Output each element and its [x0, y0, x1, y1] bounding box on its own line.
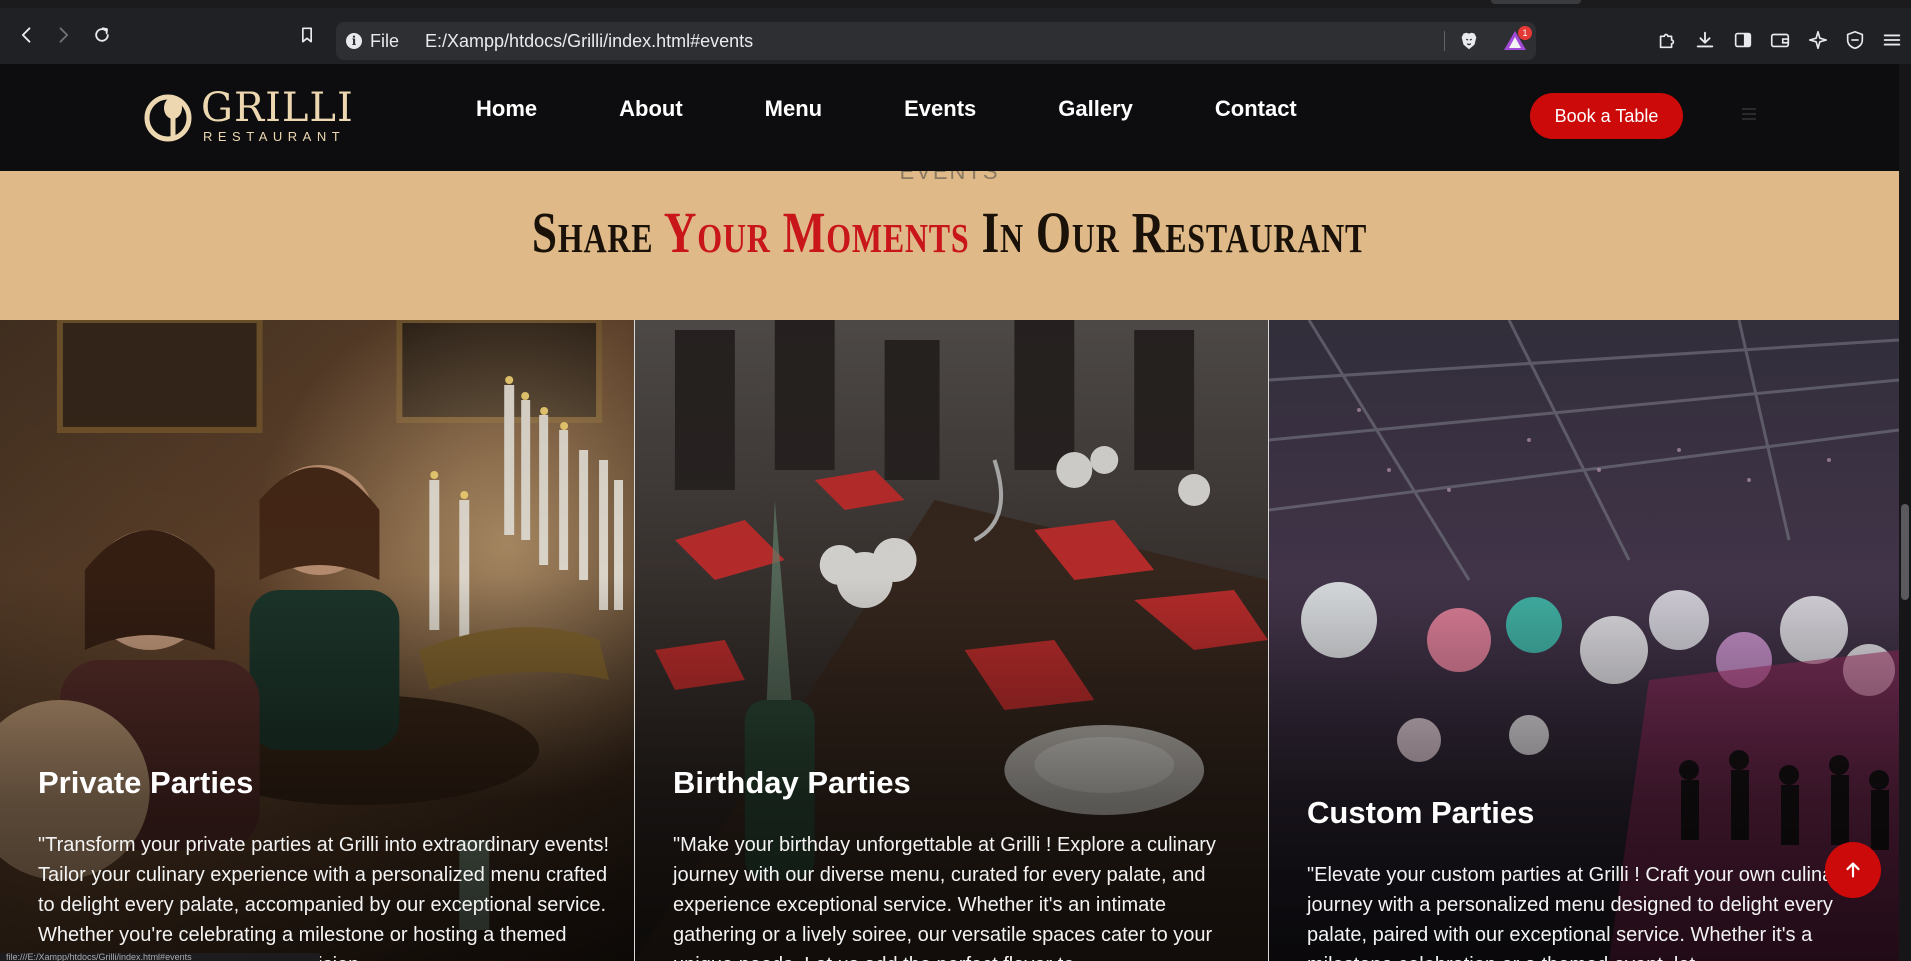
reload-button[interactable] — [87, 20, 117, 50]
main-navigation: Home About Menu Events Gallery Contact — [476, 96, 1379, 122]
events-title-accent: Your Moments — [663, 200, 970, 265]
site-info-chip[interactable]: i File — [346, 31, 399, 52]
back-to-top-button[interactable] — [1825, 842, 1881, 898]
nav-events[interactable]: Events — [904, 96, 976, 122]
events-heading-section: EVENTS Share Your Moments In Our Restaur… — [0, 159, 1899, 320]
site-info-label: File — [370, 30, 400, 51]
info-icon: i — [346, 33, 362, 49]
url-text[interactable]: E:/Xampp/htdocs/Grilli/index.html#events — [425, 31, 753, 52]
site-header: GRILLI RESTAURANT Home About Menu Events… — [0, 64, 1899, 171]
download-icon — [1696, 31, 1714, 48]
extensions-button[interactable] — [1655, 28, 1679, 52]
book-table-button[interactable]: Book a Table — [1530, 93, 1683, 139]
nav-about[interactable]: About — [619, 96, 683, 122]
event-card-private-parties[interactable]: Private Parties "Transform your private … — [0, 320, 635, 961]
events-title-suffix: In Our Restaurant — [969, 200, 1368, 265]
logo-name: GRILLI — [201, 85, 354, 131]
puzzle-icon — [1659, 33, 1675, 49]
events-title-prefix: Share — [531, 200, 664, 265]
shield-icon — [1846, 30, 1864, 50]
browser-toolbar: i File E:/Xampp/htdocs/Grilli/index.html… — [0, 0, 1911, 64]
vpn-button[interactable] — [1843, 28, 1867, 52]
status-bar-url: file:///E:/Xampp/htdocs/Grilli/index.htm… — [0, 953, 320, 961]
event-cards: Private Parties "Transform your private … — [0, 320, 1899, 961]
address-bar[interactable]: i File E:/Xampp/htdocs/Grilli/index.html… — [336, 22, 1536, 60]
downloads-button[interactable] — [1693, 28, 1717, 52]
sidebar-icon — [1734, 32, 1752, 48]
hamburger-icon — [1883, 34, 1901, 46]
brave-shields-icon[interactable] — [1458, 30, 1480, 52]
card-title: Private Parties — [38, 765, 254, 800]
forward-arrow-icon — [59, 27, 69, 43]
card-title: Custom Parties — [1307, 795, 1535, 830]
tab-edge — [1491, 0, 1581, 4]
scrollbar-thumb[interactable] — [1901, 504, 1909, 600]
events-title: Share Your Moments In Our Restaurant — [209, 199, 1690, 266]
event-card-birthday-parties[interactable]: Birthday Parties "Make your birthday unf… — [635, 320, 1269, 961]
card-title: Birthday Parties — [673, 765, 911, 800]
nav-contact[interactable]: Contact — [1215, 96, 1297, 122]
site-logo[interactable]: GRILLI RESTAURANT — [143, 88, 354, 144]
event-card-custom-parties[interactable]: Custom Parties "Elevate your custom part… — [1269, 320, 1899, 961]
browser-menu-button[interactable] — [1880, 28, 1904, 52]
sidebar-button[interactable] — [1731, 28, 1755, 52]
reload-icon — [95, 27, 109, 42]
spoon-plate-logo-icon — [144, 94, 192, 142]
logo-subtitle: RESTAURANT — [203, 129, 346, 144]
nav-gallery[interactable]: Gallery — [1058, 96, 1133, 122]
webpage-viewport: GRILLI RESTAURANT Home About Menu Events… — [0, 64, 1911, 961]
sparkle-icon — [1808, 30, 1828, 50]
card-description: "Elevate your custom parties at Grilli !… — [1307, 864, 1850, 961]
card-description: "Transform your private parties at Grill… — [38, 834, 610, 961]
bookmark-button[interactable] — [292, 20, 322, 50]
card-description: "Make your birthday unforgettable at Gri… — [673, 834, 1216, 961]
nav-home[interactable]: Home — [476, 96, 537, 122]
omnibox-divider — [1444, 31, 1445, 51]
rewards-badge: 1 — [1518, 26, 1532, 40]
back-arrow-icon — [21, 27, 31, 43]
nav-toggle-button[interactable] — [1742, 108, 1756, 120]
arrow-up-icon — [1846, 862, 1860, 878]
leo-ai-button[interactable] — [1806, 28, 1830, 52]
bookmark-icon — [302, 27, 312, 43]
wallet-icon — [1770, 33, 1790, 48]
wallet-button[interactable] — [1768, 28, 1792, 52]
page-scrollbar[interactable] — [1899, 64, 1911, 961]
back-button[interactable] — [12, 20, 42, 50]
forward-button[interactable] — [48, 20, 78, 50]
brave-rewards-button[interactable]: 1 — [1502, 26, 1532, 54]
nav-menu[interactable]: Menu — [765, 96, 822, 122]
